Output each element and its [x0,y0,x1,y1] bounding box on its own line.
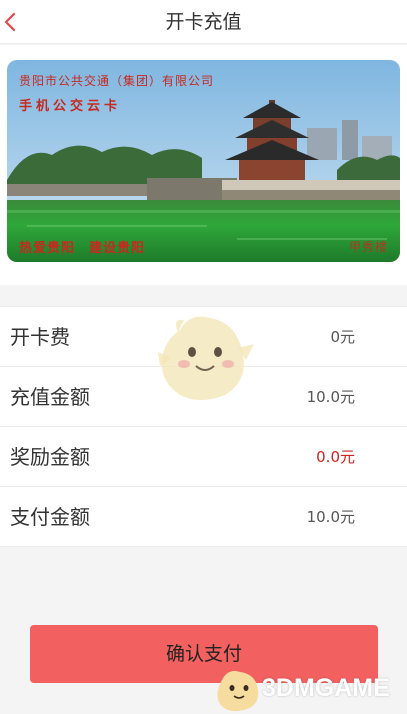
card-scenery [7,60,400,262]
mascot-watermark-icon [158,316,254,400]
row-value: 10.0元 [306,388,355,406]
row-value-reward: 0.0元 [316,448,355,466]
row-value: 0元 [330,328,355,346]
row-label: 开卡费 [10,325,70,349]
transit-card-image: 贵阳市公共交通（集团）有限公司 手机公交云卡 热爱贵阳 建设贵阳 甲秀楼 [7,60,400,262]
watermark: 3DMGAME [210,664,407,714]
card-stamp: 甲秀楼 [348,240,388,254]
list-item: 支付金额 10.0元 [0,487,407,547]
card-slogan: 热爱贵阳 建设贵阳 [19,241,146,256]
watermark-text: 3DMGAME [262,674,390,702]
row-value: 10.0元 [306,508,355,526]
row-label: 奖励金额 [10,445,90,469]
header-bar: 开卡充值 [0,0,407,44]
mascot-logo-icon [217,671,259,712]
page-title: 开卡充值 [165,11,242,33]
row-label: 支付金额 [10,505,90,529]
row-label: 充值金额 [10,385,90,409]
card-company: 贵阳市公共交通（集团）有限公司 [19,74,215,88]
list-item: 奖励金额 0.0元 [0,427,407,487]
card-name: 手机公交云卡 [19,99,122,114]
card-section: 贵阳市公共交通（集团）有限公司 手机公交云卡 热爱贵阳 建设贵阳 甲秀楼 [0,45,407,285]
